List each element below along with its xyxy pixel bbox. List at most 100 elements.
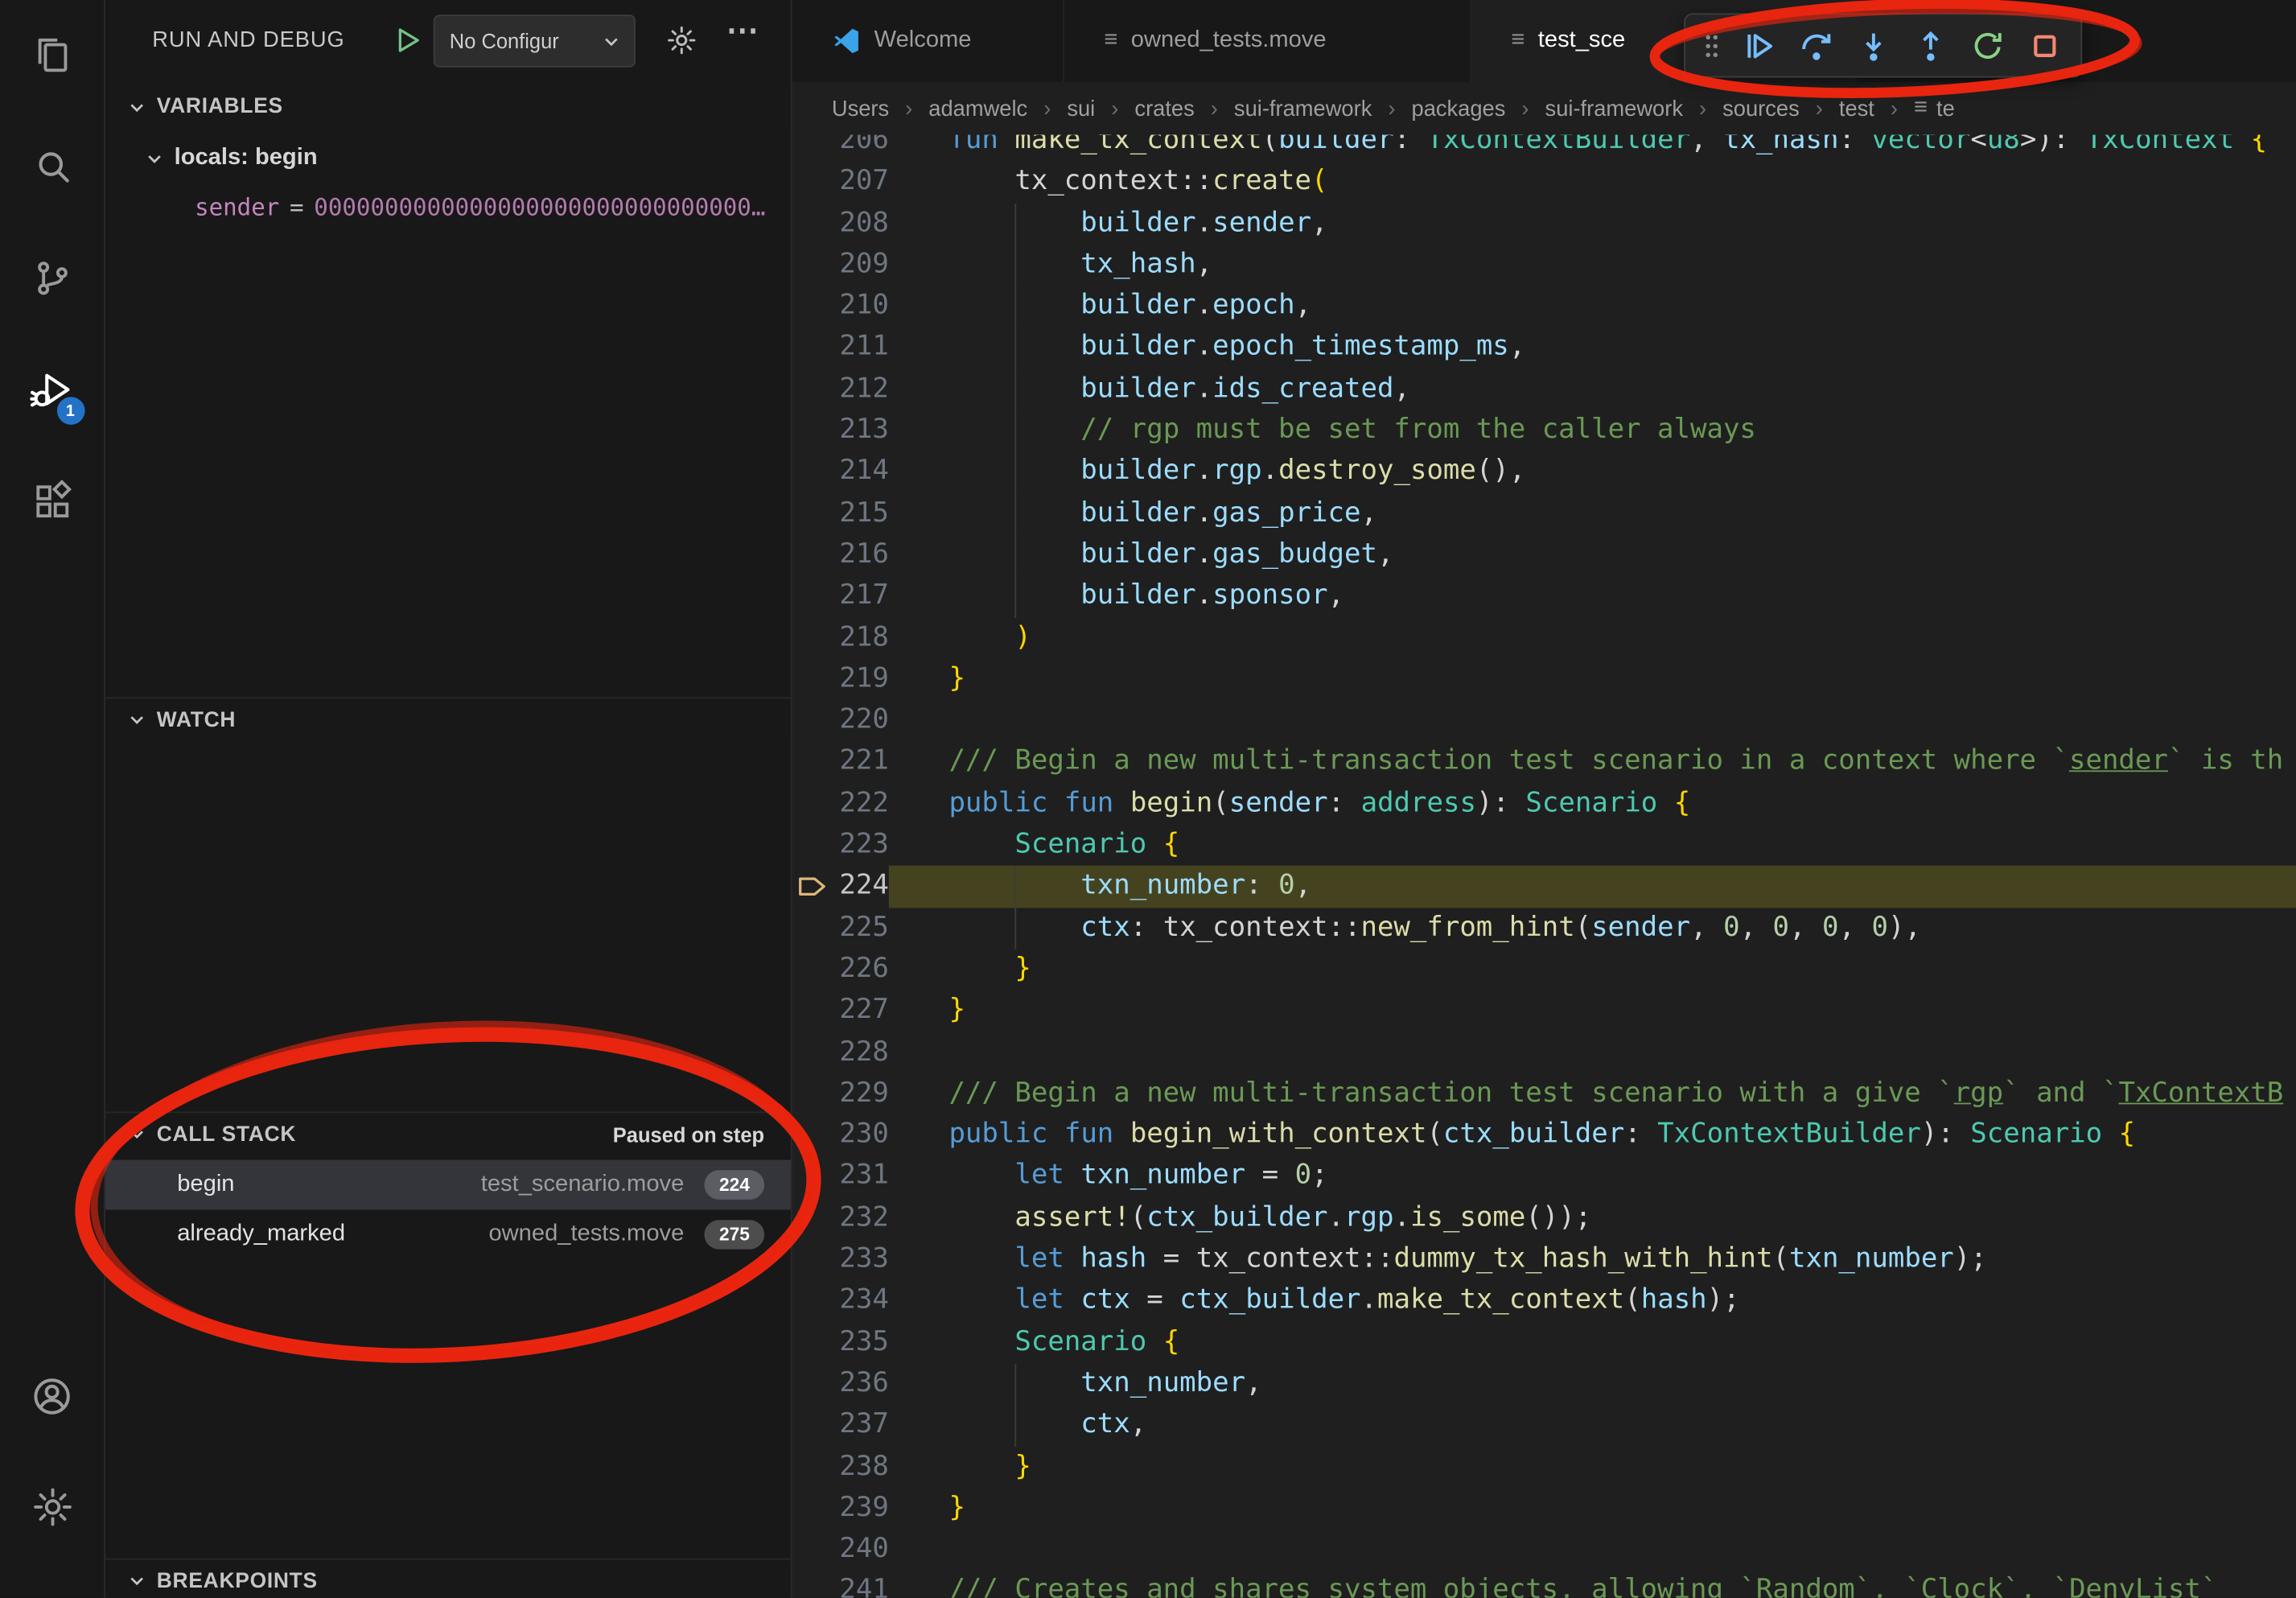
gutter-margin[interactable] <box>792 783 833 825</box>
gutter-margin[interactable] <box>792 991 833 1032</box>
gutter-margin[interactable] <box>792 1114 833 1156</box>
source-control-icon[interactable] <box>17 243 87 313</box>
breadcrumb-item[interactable]: packages <box>1412 96 1506 121</box>
gutter-margin[interactable] <box>792 134 833 161</box>
continue-button[interactable] <box>1734 20 1784 70</box>
call-stack-frame[interactable]: already_markedowned_tests.move275 <box>105 1209 791 1259</box>
code-line[interactable]: 219} <box>792 659 2296 701</box>
code-line[interactable]: 221/// Begin a new multi-transaction tes… <box>792 742 2296 784</box>
gutter-margin[interactable] <box>792 1032 833 1073</box>
code-line[interactable]: 207 tx_context::create( <box>792 162 2296 204</box>
code-line[interactable]: 238 } <box>792 1446 2296 1488</box>
explorer-icon[interactable] <box>17 20 87 90</box>
variables-section-header[interactable]: VARIABLES <box>105 85 791 130</box>
code-line[interactable]: 217 builder.sponsor, <box>792 576 2296 618</box>
gutter-margin[interactable] <box>792 1197 833 1239</box>
gutter-margin[interactable] <box>792 327 833 369</box>
gutter-margin[interactable] <box>792 410 833 452</box>
breadcrumb-item[interactable]: ≡te <box>1914 96 1955 121</box>
code-line[interactable]: 210 builder.epoch, <box>792 286 2296 327</box>
code-line[interactable]: 209 tx_hash, <box>792 245 2296 286</box>
gutter-margin[interactable] <box>792 700 833 742</box>
breadcrumb-item[interactable]: sui <box>1067 96 1095 121</box>
breadcrumb-item[interactable]: sources <box>1722 96 1800 121</box>
gutter-margin[interactable] <box>792 1529 833 1571</box>
gutter-margin[interactable] <box>792 825 833 867</box>
code-line[interactable]: 222public fun begin(sender: address): Sc… <box>792 783 2296 825</box>
code-editor[interactable]: 206fun make_tx_context(builder: TxContex… <box>792 134 2296 1597</box>
code-line[interactable]: 241/// Creates and shares system objects… <box>792 1571 2296 1598</box>
step-over-button[interactable] <box>1791 20 1841 70</box>
gutter-margin[interactable] <box>792 1405 833 1447</box>
restart-button[interactable] <box>1962 20 2012 70</box>
breadcrumb-item[interactable]: Users <box>832 96 889 121</box>
accounts-icon[interactable] <box>17 1361 87 1431</box>
tab-welcome[interactable]: Welcome <box>792 0 1065 82</box>
code-line[interactable]: 224 txn_number: 0, <box>792 866 2296 908</box>
code-line[interactable]: 227} <box>792 991 2296 1032</box>
gutter-margin[interactable] <box>792 245 833 286</box>
code-line[interactable]: 211 builder.epoch_timestamp_ms, <box>792 327 2296 369</box>
gutter-margin[interactable] <box>792 576 833 618</box>
gutter-margin[interactable] <box>792 1239 833 1281</box>
breadcrumb-item[interactable]: crates <box>1134 96 1194 121</box>
gutter-margin[interactable] <box>792 1280 833 1322</box>
gutter-margin[interactable] <box>792 162 833 204</box>
code-line[interactable]: 235 Scenario { <box>792 1322 2296 1364</box>
code-line[interactable]: 215 builder.gas_price, <box>792 493 2296 535</box>
code-line[interactable]: 240 <box>792 1529 2296 1571</box>
code-line[interactable]: 236 txn_number, <box>792 1363 2296 1405</box>
extensions-icon[interactable] <box>17 466 87 536</box>
debug-gear-icon[interactable] <box>665 23 698 57</box>
gutter-margin[interactable] <box>792 1488 833 1530</box>
gutter-margin[interactable] <box>792 534 833 576</box>
breadcrumb-item[interactable]: sui-framework <box>1545 96 1683 121</box>
more-actions-icon[interactable]: ⋯ <box>726 12 760 50</box>
call-stack-frame[interactable]: begintest_scenario.move224 <box>105 1160 791 1210</box>
gutter-margin[interactable] <box>792 493 833 535</box>
breadcrumb-item[interactable]: sui-framework <box>1234 96 1372 121</box>
stop-button[interactable] <box>2019 20 2069 70</box>
settings-gear-icon[interactable] <box>17 1472 87 1542</box>
code-line[interactable]: 216 builder.gas_budget, <box>792 534 2296 576</box>
code-line[interactable]: 234 let ctx = ctx_builder.make_tx_contex… <box>792 1280 2296 1322</box>
gutter-margin[interactable] <box>792 866 833 908</box>
code-line[interactable]: 237 ctx, <box>792 1405 2296 1447</box>
code-line[interactable]: 231 let txn_number = 0; <box>792 1156 2296 1198</box>
start-debugging-button[interactable] <box>393 25 423 56</box>
gutter-margin[interactable] <box>792 1322 833 1364</box>
breadcrumb-item[interactable]: test <box>1839 96 1874 121</box>
gutter-margin[interactable] <box>792 369 833 410</box>
code-line[interactable]: 229/// Begin a new multi-transaction tes… <box>792 1073 2296 1115</box>
variable-row[interactable]: sender=0000000000000000000000000000000… <box>105 186 791 227</box>
gutter-margin[interactable] <box>792 908 833 949</box>
toolbar-drag-handle-icon[interactable] <box>1697 20 1726 70</box>
step-out-button[interactable] <box>1905 20 1955 70</box>
watch-section-header[interactable]: WATCH <box>105 697 791 741</box>
gutter-margin[interactable] <box>792 1073 833 1115</box>
gutter-margin[interactable] <box>792 1571 833 1598</box>
variables-scope-row[interactable]: locals: begin <box>105 138 791 179</box>
gutter-margin[interactable] <box>792 617 833 659</box>
gutter-margin[interactable] <box>792 203 833 245</box>
gutter-margin[interactable] <box>792 1363 833 1405</box>
code-line[interactable]: 233 let hash = tx_context::dummy_tx_hash… <box>792 1239 2296 1281</box>
breakpoints-section-header[interactable]: BREAKPOINTS <box>105 1559 791 1598</box>
code-line[interactable]: 206fun make_tx_context(builder: TxContex… <box>792 134 2296 161</box>
code-line[interactable]: 225 ctx: tx_context::new_from_hint(sende… <box>792 908 2296 949</box>
gutter-margin[interactable] <box>792 451 833 493</box>
code-line[interactable]: 226 } <box>792 949 2296 991</box>
code-line[interactable]: 208 builder.sender, <box>792 203 2296 245</box>
code-line[interactable]: 213 // rgp must be set from the caller a… <box>792 410 2296 452</box>
run-and-debug-icon[interactable]: 1 <box>17 354 87 424</box>
code-line[interactable]: 212 builder.ids_created, <box>792 369 2296 410</box>
code-line[interactable]: 230public fun begin_with_context(ctx_bui… <box>792 1114 2296 1156</box>
breadcrumb-item[interactable]: adamwelc <box>928 96 1027 121</box>
gutter-margin[interactable] <box>792 1446 833 1488</box>
gutter-margin[interactable] <box>792 659 833 701</box>
gutter-margin[interactable] <box>792 742 833 784</box>
gutter-margin[interactable] <box>792 1156 833 1198</box>
tab-owned-tests[interactable]: ≡ owned_tests.move <box>1064 0 1471 82</box>
step-into-button[interactable] <box>1848 20 1898 70</box>
code-line[interactable]: 220 <box>792 700 2296 742</box>
